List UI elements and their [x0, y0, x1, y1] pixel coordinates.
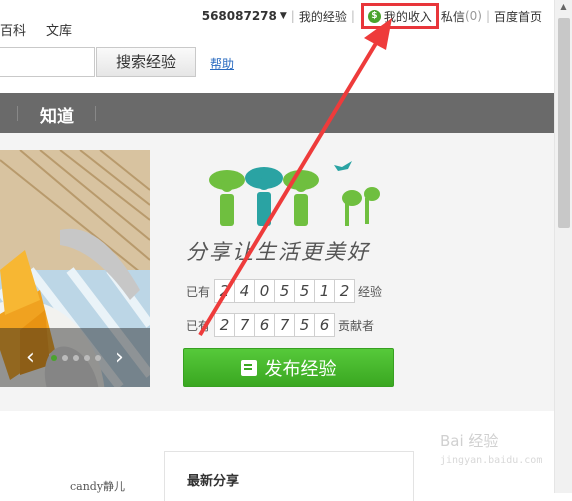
scrollbar-thumb[interactable] [558, 18, 570, 228]
latest-share-title: 最新分享 [187, 474, 240, 489]
annotation-arrow [198, 18, 392, 337]
watermark-url: jingyan.baidu.com [440, 455, 543, 466]
scroll-up-icon[interactable]: ▲ [558, 2, 569, 13]
username-label[interactable]: candy静儿 [70, 478, 125, 494]
watermark: Bai 经验 [440, 432, 499, 450]
latest-share-box: 最新分享 [164, 451, 414, 501]
